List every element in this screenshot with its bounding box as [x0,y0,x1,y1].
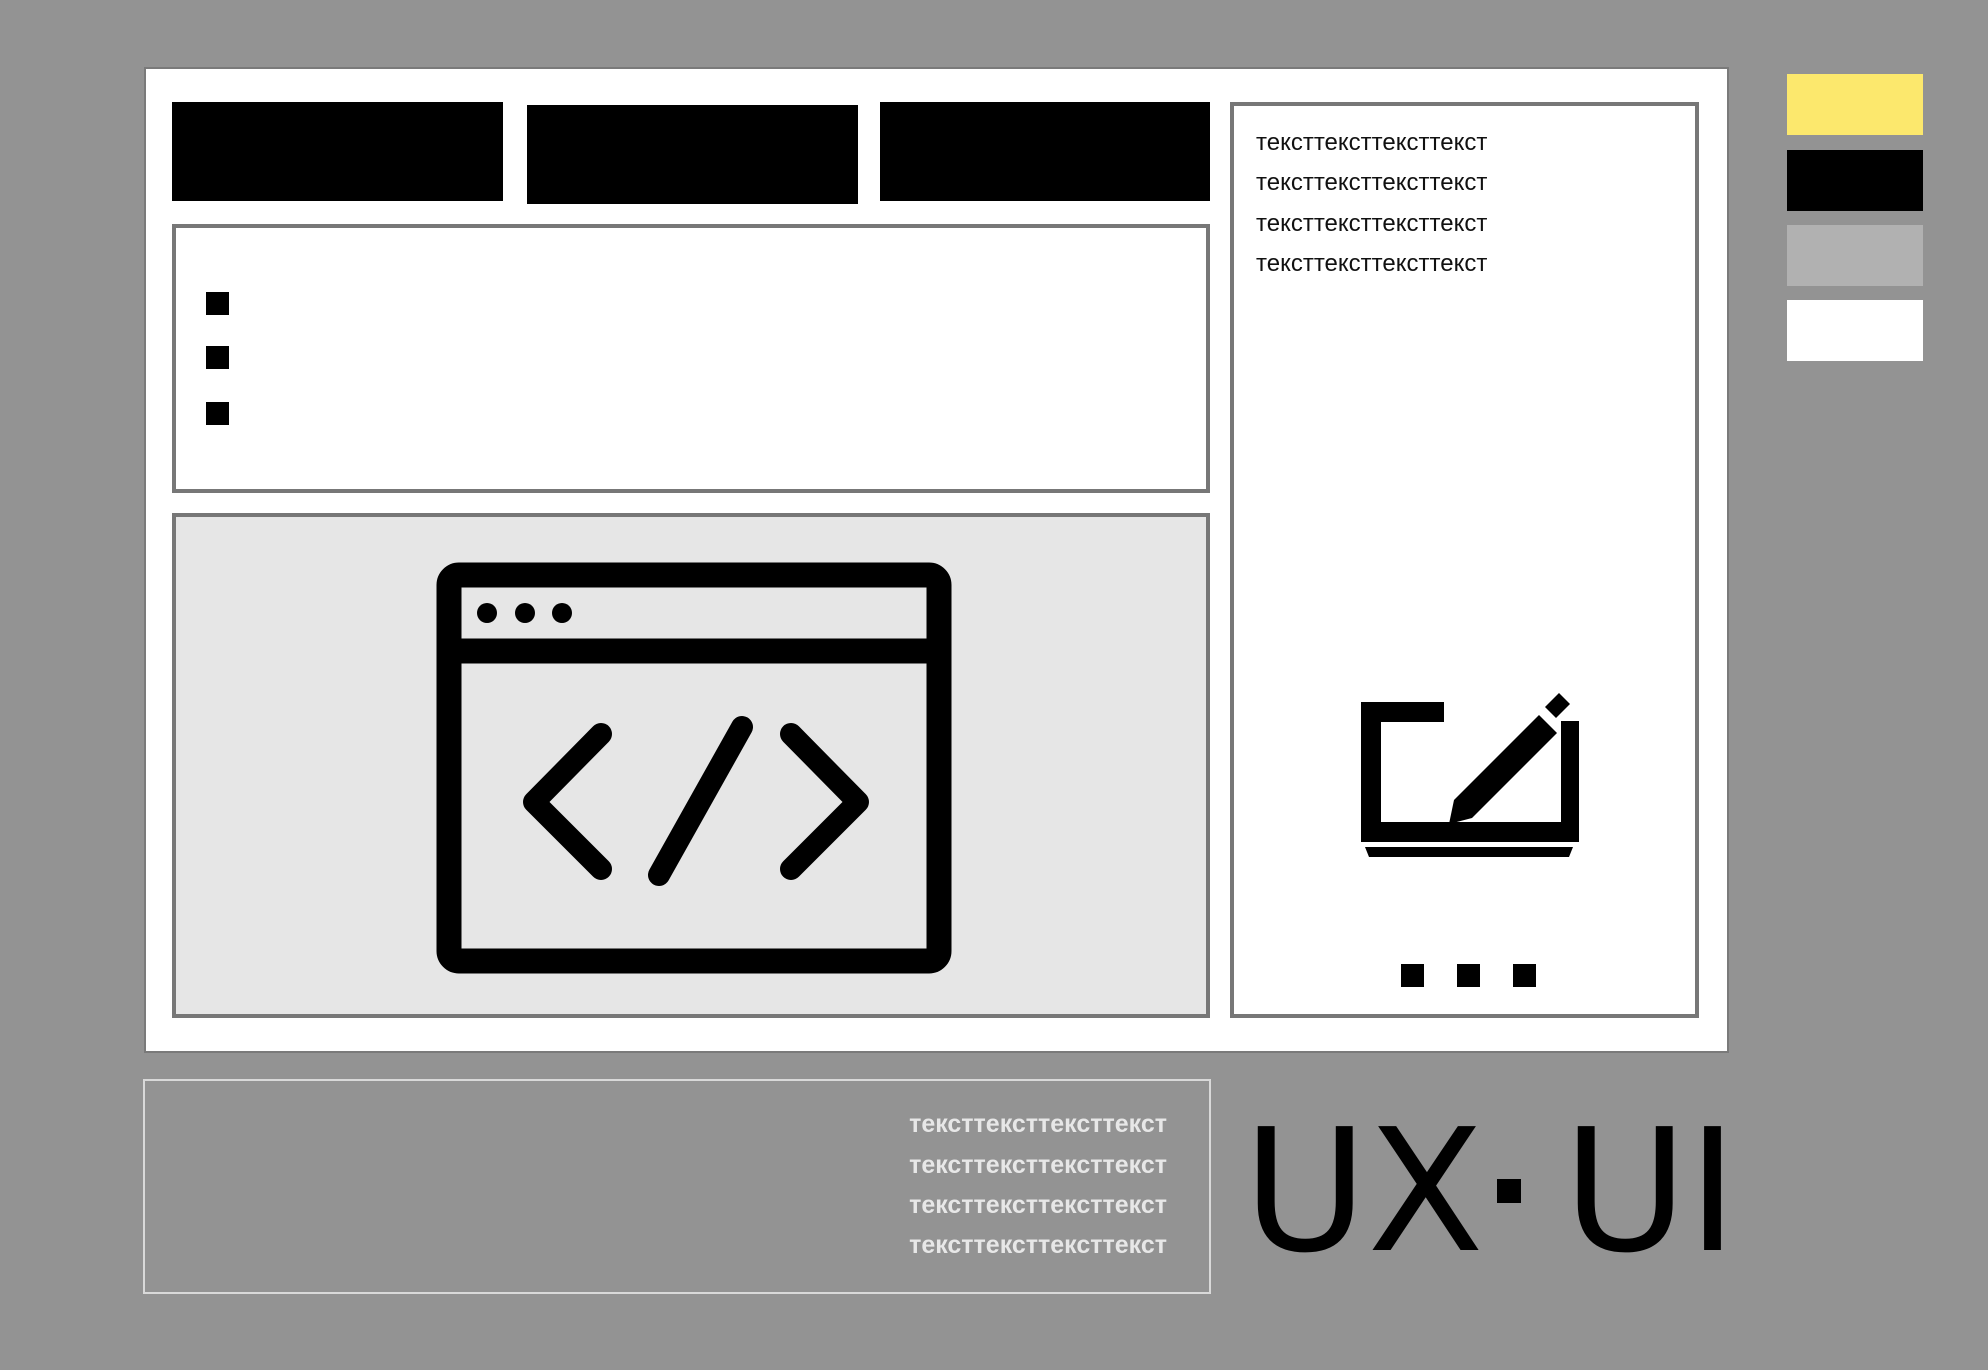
bottom-text-line-3: тексттексттексттекст [909,1191,1167,1219]
top-block-3[interactable] [880,102,1210,201]
swatch-white[interactable] [1787,300,1923,361]
brand-wordmark: UX UI [1243,1100,1723,1270]
bullet-1 [206,292,229,315]
bottom-text-line-2: тексттексттексттекст [909,1151,1167,1179]
bullet-3 [206,402,229,425]
brand-left: UX [1243,1100,1484,1270]
more-dot-1[interactable] [1401,964,1424,987]
tablet-pen-icon [1361,693,1579,857]
side-text-line-4: тексттексттексттекст [1256,250,1488,277]
top-block-2[interactable] [527,105,858,204]
more-dot-2[interactable] [1457,964,1480,987]
side-text-line-3: тексттексттексттекст [1256,210,1488,237]
side-panel: тексттексттексттекст тексттексттексттекс… [1230,102,1699,1018]
swatch-black[interactable] [1787,150,1923,211]
swatch-yellow[interactable] [1787,74,1923,135]
bottom-text-line-4: тексттексттексттекст [909,1231,1167,1259]
code-window-icon [436,562,952,974]
code-panel [172,513,1210,1018]
brand-separator-dot [1497,1179,1521,1203]
bottom-text-box: тексттексттексттекст тексттексттексттекс… [143,1079,1211,1294]
swatch-gray[interactable] [1787,225,1923,286]
side-text-line-1: тексттексттексттекст [1256,129,1488,156]
bottom-text-line-1: тексттексттексттекст [909,1110,1167,1138]
more-dot-3[interactable] [1513,964,1536,987]
brand-right: UI [1563,1100,1723,1270]
top-block-1[interactable] [172,102,503,201]
list-panel [172,224,1210,493]
side-text-line-2: тексттексттексттекст [1256,169,1488,196]
bullet-2 [206,346,229,369]
